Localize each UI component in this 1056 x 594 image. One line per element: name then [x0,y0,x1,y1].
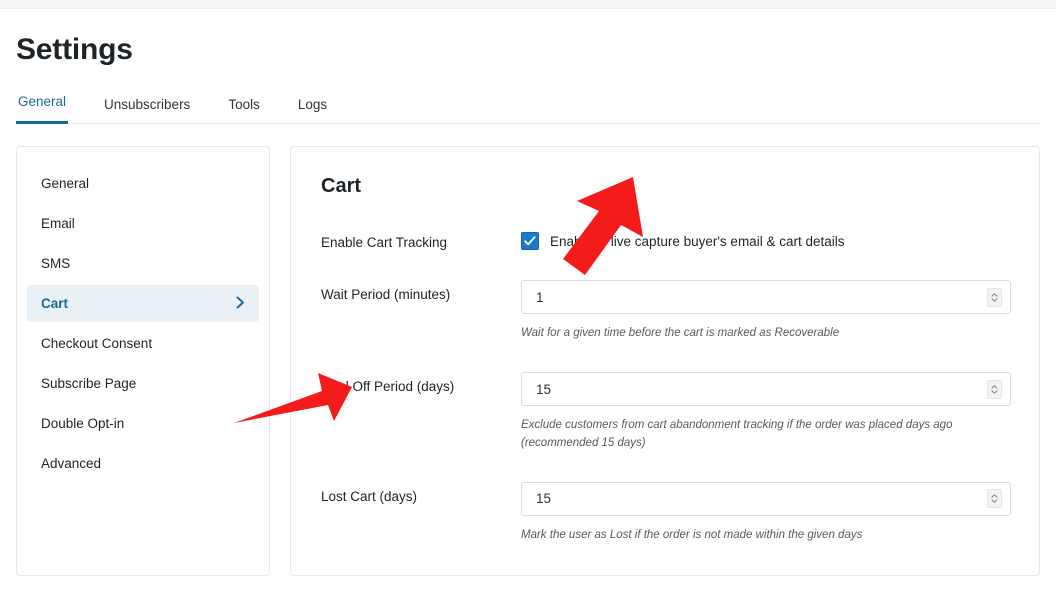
tab-general-label: General [18,94,67,109]
browser-top-strip [0,0,1056,9]
tab-unsubscribers[interactable]: Unsubscribers [102,97,192,124]
field-cool-off-period: Cool Off Period (days) 15 Exclude custom… [321,372,1011,452]
sidebar-item-advanced-label: Advanced [41,456,102,471]
lost-cart-value[interactable]: 15 [522,491,987,506]
sidebar-item-email[interactable]: Email [27,205,259,242]
lost-cart-stepper[interactable] [987,489,1002,509]
cool-off-period-value[interactable]: 15 [522,382,987,397]
wait-period-input[interactable]: 1 [521,280,1011,314]
section-title: Cart [321,175,362,197]
tab-tools-label: Tools [228,97,260,112]
sidebar-item-sms[interactable]: SMS [27,245,259,282]
cool-off-period-stepper[interactable] [987,379,1002,399]
field-cool-off-period-control: 15 Exclude customers from cart abandonme… [521,372,1011,452]
field-wait-period-label: Wait Period (minutes) [321,287,451,302]
sidebar-item-general[interactable]: General [27,165,259,202]
sidebar-item-subscribe-page-label: Subscribe Page [41,376,137,391]
tab-bar: General Unsubscribers Tools Logs [16,93,1040,124]
sidebar-item-cart-label: Cart [41,296,69,311]
wait-period-stepper[interactable] [987,287,1002,307]
tab-logs-label: Logs [297,97,328,112]
sidebar-item-general-label: General [41,176,90,191]
sidebar-item-double-opt-in-label: Double Opt-in [41,416,125,431]
enable-cart-tracking-checkbox[interactable] [521,232,539,250]
tab-logs[interactable]: Logs [296,97,329,124]
enable-cart-tracking-checkbox-row: Enable to live capture buyer's email & c… [521,228,1011,250]
lost-cart-input[interactable]: 15 [521,481,1011,516]
sidebar-item-subscribe-page[interactable]: Subscribe Page [27,365,259,402]
tab-general[interactable]: General [16,94,69,124]
sidebar-item-checkout-consent-label: Checkout Consent [41,336,153,351]
chevron-right-icon [236,296,245,311]
lost-cart-helper-text: Mark the user as Lost if the order is no… [521,528,863,541]
sidebar-item-sms-label: SMS [41,256,71,271]
field-cool-off-period-label: Cool Off Period (days) [321,379,455,395]
sidebar-item-email-label: Email [41,216,75,231]
settings-sidebar: General Email SMS Cart Checkout Consent [16,146,270,576]
field-lost-cart: Lost Cart (days) 15 Mark the user as Los… [321,481,1011,544]
settings-content: General Email SMS Cart Checkout Consent [16,146,1040,576]
page-title: Settings [16,33,133,66]
wait-period-value[interactable]: 1 [522,290,987,305]
field-wait-period: Wait Period (minutes) 1 Wait for a given… [321,280,1011,342]
sidebar-item-cart[interactable]: Cart [27,285,259,322]
field-lost-cart-control: 15 Mark the user as Lost if the order is… [521,481,1011,544]
sidebar-item-advanced[interactable]: Advanced [27,445,259,482]
field-enable-cart-tracking: Enable Cart Tracking Enable to live capt… [321,228,1011,250]
field-lost-cart-label: Lost Cart (days) [321,488,418,504]
enable-cart-tracking-checkbox-label[interactable]: Enable to live capture buyer's email & c… [550,234,844,249]
sidebar-item-double-opt-in[interactable]: Double Opt-in [27,405,259,442]
cool-off-period-input[interactable]: 15 [521,372,1011,407]
field-enable-cart-tracking-control: Enable to live capture buyer's email & c… [521,228,1011,250]
wait-period-helper-text: Wait for a given time before the cart is… [521,327,840,339]
cart-settings-panel: Cart Enable Cart Tracking Enable to live… [290,146,1040,576]
tab-tools[interactable]: Tools [226,97,262,124]
field-enable-cart-tracking-label: Enable Cart Tracking [321,235,448,250]
tab-unsubscribers-label: Unsubscribers [104,97,191,112]
cool-off-period-helper-text: Exclude customers from cart abandonment … [521,419,953,449]
sidebar-item-checkout-consent[interactable]: Checkout Consent [27,325,259,362]
field-wait-period-control: 1 Wait for a given time before the cart … [521,280,1011,342]
